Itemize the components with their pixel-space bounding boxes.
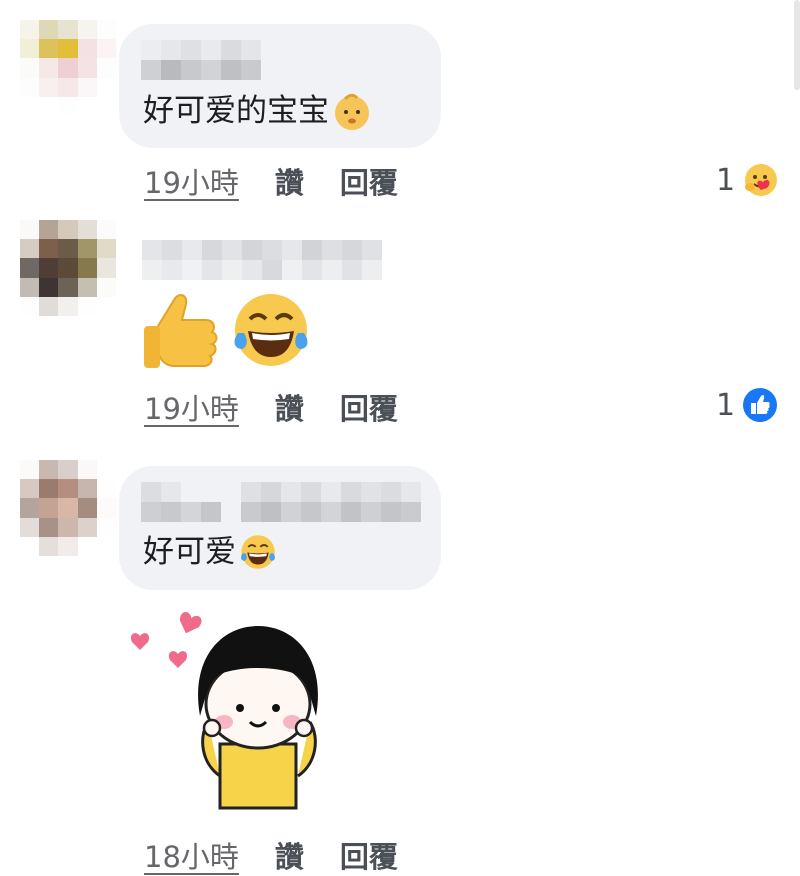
blurred-username[interactable] <box>142 240 382 280</box>
timestamp-link[interactable]: 18小時 <box>144 834 239 876</box>
thumbs-up-emoji-icon <box>144 294 218 368</box>
comment-text-content: 好可爱的宝宝 <box>143 93 329 129</box>
comment-meta: 19小時 讚 回覆 <box>144 160 398 202</box>
like-button[interactable]: 讚 <box>275 386 304 428</box>
avatar[interactable] <box>20 20 116 116</box>
reaction-summary[interactable]: 1 <box>716 386 779 424</box>
avatar[interactable] <box>20 220 116 316</box>
reply-button[interactable]: 回覆 <box>340 386 398 428</box>
tears-of-joy-emoji-icon <box>241 535 275 569</box>
reaction-count: 1 <box>716 162 736 198</box>
avatar[interactable] <box>20 460 116 556</box>
comment-text: 好可爱的宝宝 <box>143 90 373 132</box>
comment-text-content: 好可爱 <box>143 534 236 570</box>
like-button[interactable]: 讚 <box>275 160 304 202</box>
blurred-username[interactable] <box>141 40 261 80</box>
tears-of-joy-emoji-icon <box>234 294 308 366</box>
emoji-comment[interactable] <box>140 286 314 374</box>
comment-bubble[interactable]: 好可爱 <box>119 466 441 590</box>
comment-bubble[interactable]: 好可爱的宝宝 <box>119 24 441 148</box>
care-reaction-icon <box>745 164 778 196</box>
reply-button[interactable]: 回覆 <box>340 160 398 202</box>
scrollbar[interactable] <box>794 0 800 90</box>
reaction-summary[interactable]: 1 <box>716 160 781 200</box>
blurred-username[interactable] <box>141 482 421 522</box>
timestamp-link[interactable]: 19小時 <box>144 386 239 428</box>
reply-button[interactable]: 回覆 <box>340 834 398 876</box>
like-button[interactable]: 讚 <box>275 834 304 876</box>
baby-face-emoji-icon <box>335 93 369 130</box>
comment-text: 好可爱 <box>143 532 278 572</box>
comment-meta: 18小時 讚 回覆 <box>144 834 398 876</box>
girl-with-hearts-sticker[interactable] <box>124 604 344 814</box>
timestamp-link[interactable]: 19小時 <box>144 160 239 202</box>
reaction-count: 1 <box>716 387 736 423</box>
comment-meta: 19小時 讚 回覆 <box>144 386 398 428</box>
like-reaction-icon <box>743 388 778 422</box>
